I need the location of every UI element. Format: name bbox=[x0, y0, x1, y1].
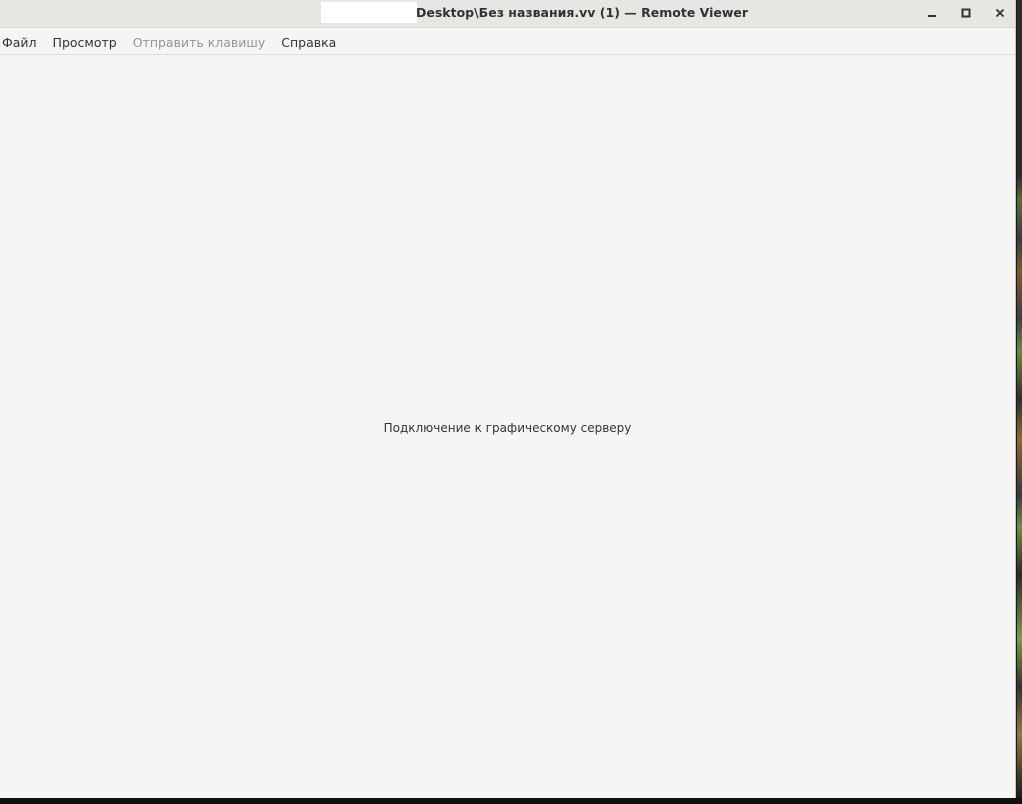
menu-view[interactable]: Просмотр bbox=[53, 32, 117, 50]
background-desktop-bottom bbox=[0, 798, 1022, 804]
window-title: Desktop\Без названия.vv (1) — Remote Vie… bbox=[416, 5, 749, 20]
remote-viewer-window: Desktop\Без названия.vv (1) — Remote Vie… bbox=[0, 0, 1016, 798]
background-desktop-edge bbox=[1017, 0, 1022, 798]
menu-file[interactable]: Файл bbox=[2, 32, 37, 50]
connection-status-text: Подключение к графическому серверу bbox=[383, 421, 632, 435]
redacted-path bbox=[321, 2, 417, 23]
close-icon bbox=[995, 8, 1005, 18]
maximize-icon bbox=[961, 8, 971, 18]
minimize-icon bbox=[928, 15, 936, 17]
menu-bar: Файл Просмотр Отправить клавишу Справка bbox=[0, 28, 1015, 55]
maximize-button[interactable] bbox=[956, 4, 976, 22]
close-button[interactable] bbox=[990, 4, 1010, 22]
display-area[interactable]: Подключение к графическому серверу bbox=[0, 55, 1015, 798]
title-bar[interactable]: Desktop\Без названия.vv (1) — Remote Vie… bbox=[0, 0, 1015, 28]
menu-help[interactable]: Справка bbox=[281, 32, 336, 50]
menu-send-key[interactable]: Отправить клавишу bbox=[133, 32, 266, 50]
minimize-button[interactable] bbox=[922, 4, 942, 22]
